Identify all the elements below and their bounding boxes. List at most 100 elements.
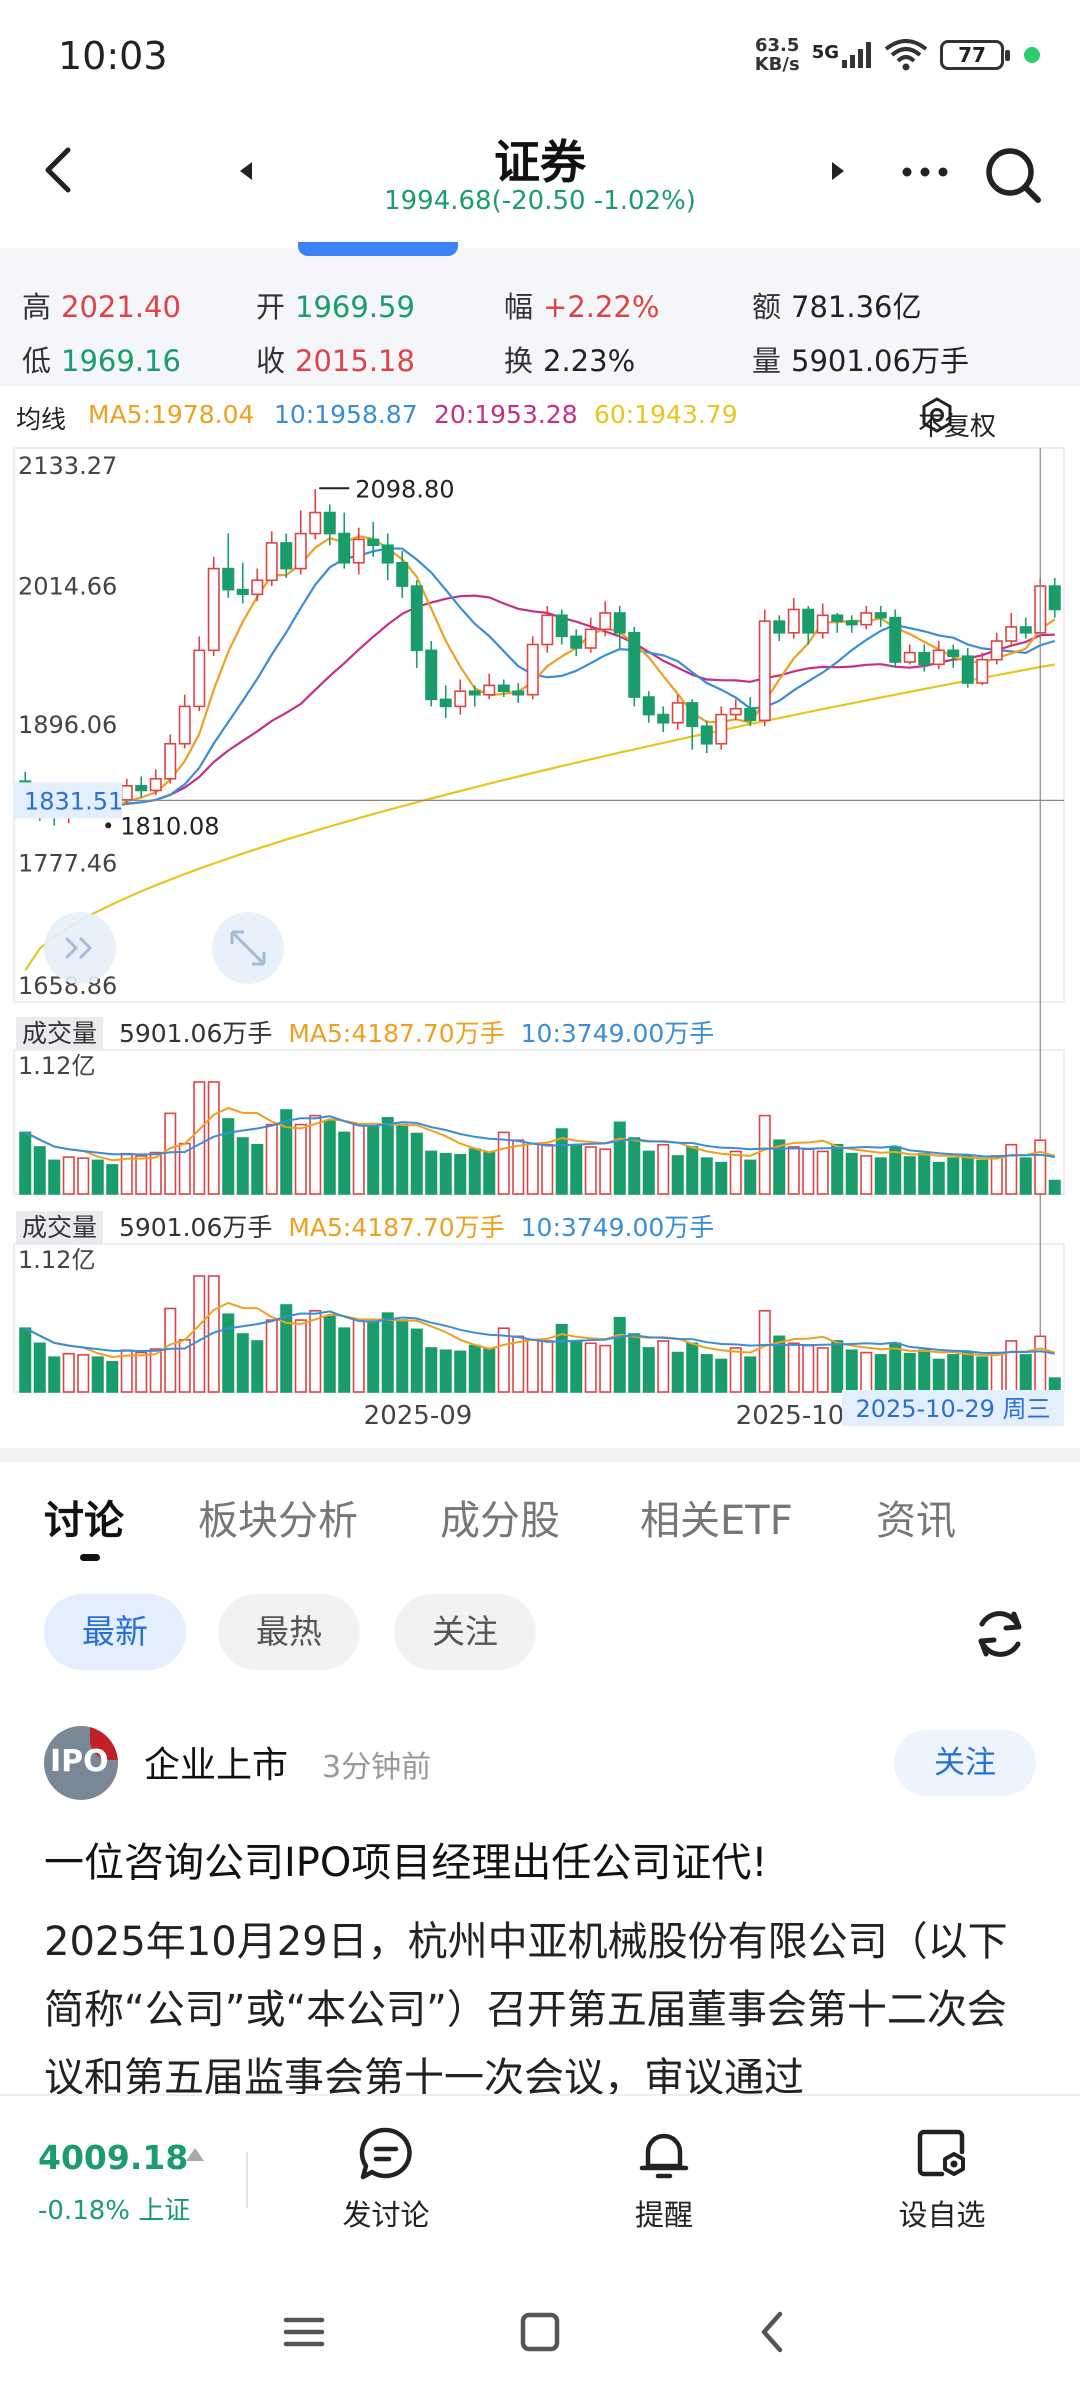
candle[interactable]	[135, 784, 148, 792]
volume-tag[interactable]: 成交量	[16, 1211, 104, 1244]
candle[interactable]	[294, 532, 307, 570]
candle[interactable]	[686, 702, 699, 728]
index-value[interactable]: 4009.18	[38, 2138, 188, 2177]
expand-up-icon[interactable]	[186, 2148, 204, 2161]
candle[interactable]	[990, 640, 1003, 661]
post-body[interactable]: 2025年10月29日，杭州中亚机械股份有限公司（以下简称“公司”或“本公司”）…	[44, 1908, 1044, 2094]
post-author[interactable]: 企业上市	[144, 1736, 288, 1788]
candle[interactable]	[570, 635, 583, 649]
candle[interactable]	[512, 690, 525, 696]
candle[interactable]	[671, 702, 684, 724]
candle[interactable]	[976, 658, 989, 684]
candle[interactable]	[309, 511, 322, 535]
chart-area[interactable]: 2133.27 2014.66 1896.06 1777.46 1658.86 2098.…	[0, 440, 1080, 1450]
candle[interactable]	[932, 649, 945, 666]
more-icon[interactable]	[890, 142, 960, 202]
candle[interactable]	[149, 777, 162, 792]
candle[interactable]	[381, 544, 394, 564]
filter-latest[interactable]: 最新	[44, 1594, 186, 1670]
tab-sector-analysis[interactable]: 板块分析	[198, 1488, 358, 1546]
volume-bar	[265, 1123, 278, 1195]
candle[interactable]	[628, 632, 641, 698]
menu-icon[interactable]	[274, 2302, 334, 2362]
tab-constituents[interactable]: 成分股	[440, 1488, 560, 1546]
back-arrow-icon[interactable]	[30, 140, 90, 200]
post-title[interactable]: 一位咨询公司IPO项目经理出任公司证代!	[44, 1830, 1044, 1888]
candle[interactable]	[758, 620, 771, 722]
candle[interactable]	[787, 608, 800, 634]
volume-tag[interactable]: 成交量	[16, 1017, 104, 1050]
candle[interactable]	[642, 696, 655, 716]
period-selector-pill[interactable]	[298, 242, 458, 256]
tab-discussion[interactable]: 讨论	[44, 1488, 124, 1546]
candle[interactable]	[541, 614, 554, 646]
candle[interactable]	[599, 612, 612, 631]
candle[interactable]	[323, 511, 336, 535]
candle[interactable]	[657, 713, 670, 724]
candle[interactable]	[222, 567, 235, 591]
candle[interactable]	[164, 742, 177, 780]
candle[interactable]	[874, 612, 887, 619]
candle[interactable]	[454, 690, 467, 708]
post-discussion-button[interactable]: 发讨论	[306, 2124, 466, 2234]
candle[interactable]	[236, 588, 249, 596]
previous-stock-icon[interactable]	[232, 156, 262, 186]
back-icon[interactable]	[744, 2302, 804, 2362]
adjust-toggle[interactable]: 不复权	[918, 396, 996, 442]
candle[interactable]	[700, 725, 713, 745]
candle[interactable]	[178, 705, 191, 745]
follow-button[interactable]: 关注	[894, 1730, 1036, 1796]
candle[interactable]	[744, 707, 757, 722]
candle[interactable]	[425, 649, 438, 701]
candle[interactable]	[845, 620, 858, 626]
candle[interactable]	[193, 649, 206, 708]
candle[interactable]	[367, 538, 380, 547]
candle[interactable]	[526, 643, 539, 696]
candle[interactable]	[918, 651, 931, 666]
next-stock-icon[interactable]	[822, 156, 852, 186]
candle[interactable]	[1019, 626, 1032, 634]
candle[interactable]	[352, 538, 365, 564]
search-icon[interactable]	[978, 140, 1048, 210]
candle[interactable]	[584, 628, 597, 649]
candle[interactable]	[961, 655, 974, 684]
candle[interactable]	[1048, 585, 1061, 611]
candle[interactable]	[439, 698, 452, 708]
candle[interactable]	[396, 561, 409, 587]
filter-following[interactable]: 关注	[394, 1594, 536, 1670]
candle[interactable]	[831, 614, 844, 622]
candle[interactable]	[265, 542, 278, 582]
candle[interactable]	[497, 684, 510, 693]
candle[interactable]	[802, 608, 815, 634]
index-change[interactable]: -0.18% 上证	[38, 2190, 190, 2227]
candle[interactable]	[1005, 626, 1018, 642]
refresh-icon[interactable]	[970, 1604, 1030, 1664]
tab-news[interactable]: 资讯	[876, 1488, 956, 1546]
home-icon[interactable]	[510, 2302, 570, 2362]
candle[interactable]	[889, 616, 902, 663]
candle[interactable]	[947, 649, 960, 657]
candle[interactable]	[338, 532, 351, 564]
tab-related-etf[interactable]: 相关ETF	[640, 1488, 793, 1546]
candlestick-chart[interactable]: 2133.272014.661896.061777.461658.862098.…	[0, 440, 1080, 1450]
candle[interactable]	[410, 585, 423, 652]
add-watchlist-button[interactable]: 设自选	[862, 2124, 1022, 2234]
candle[interactable]	[729, 707, 742, 716]
avatar[interactable]: IPO	[44, 1726, 118, 1800]
candle[interactable]	[613, 612, 626, 634]
candle[interactable]	[483, 684, 496, 696]
candle[interactable]	[715, 713, 728, 745]
collapse-panel-button[interactable]	[44, 912, 116, 984]
alert-button[interactable]: 提醒	[584, 2124, 744, 2234]
volume-bar	[1005, 1143, 1018, 1195]
candle[interactable]	[207, 567, 220, 652]
candle[interactable]	[468, 690, 481, 696]
candle[interactable]	[860, 612, 873, 626]
candle[interactable]	[816, 614, 829, 634]
filter-hottest[interactable]: 最热	[218, 1594, 360, 1670]
candle[interactable]	[773, 620, 786, 634]
candle[interactable]	[251, 579, 264, 596]
candle[interactable]	[555, 614, 568, 638]
candle[interactable]	[903, 651, 916, 663]
candle[interactable]	[280, 542, 293, 570]
